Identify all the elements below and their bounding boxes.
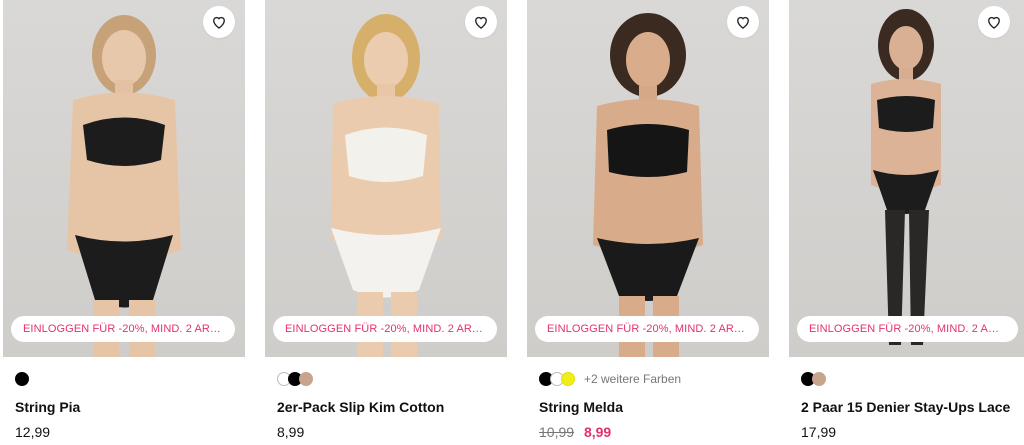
product-price: 8,99	[277, 424, 304, 440]
product-card[interactable]: EINLOGGEN FÜR -20%, MIND. 2 ARTIK... 2 P…	[789, 0, 1024, 445]
model-photo	[331, 14, 441, 357]
price-value: 17,99	[801, 424, 837, 440]
old-price: 10,99	[539, 424, 575, 440]
color-swatches: +2 weitere Farben	[539, 371, 681, 387]
price-value: 8,99	[277, 424, 305, 440]
heart-outline-icon	[213, 16, 225, 29]
wishlist-button[interactable]	[978, 6, 1010, 38]
model-photo	[67, 15, 181, 357]
product-name[interactable]: String Pia	[15, 399, 80, 415]
color-swatch[interactable]	[15, 372, 29, 386]
color-swatches	[277, 371, 313, 387]
promo-badge[interactable]: EINLOGGEN FÜR -20%, MIND. 2 ARTIK...	[273, 316, 497, 342]
product-image[interactable]: EINLOGGEN FÜR -20%, MIND. 2 ARTIK...	[265, 0, 507, 357]
promo-badge[interactable]: EINLOGGEN FÜR -20%, MIND. 2 ARTIK...	[797, 316, 1018, 342]
product-image[interactable]: EINLOGGEN FÜR -20%, MIND. 2 ARTIK...	[789, 0, 1024, 357]
product-image[interactable]: EINLOGGEN FÜR -20%, MIND. 2 ARTIK...	[527, 0, 769, 357]
color-swatch[interactable]	[561, 372, 575, 386]
sale-price: 8,99	[583, 424, 612, 440]
price-value: 12,99	[15, 424, 51, 440]
heart-outline-icon	[988, 16, 1000, 29]
wishlist-button[interactable]	[727, 6, 759, 38]
product-card[interactable]: EINLOGGEN FÜR -20%, MIND. 2 ARTIK... Str…	[3, 0, 245, 445]
product-card[interactable]: EINLOGGEN FÜR -20%, MIND. 2 ARTIK... 2er…	[265, 0, 507, 445]
model-photo	[871, 9, 941, 345]
wishlist-button[interactable]	[465, 6, 497, 38]
color-swatch[interactable]	[299, 372, 313, 386]
product-name[interactable]: String Melda	[539, 399, 623, 415]
product-card[interactable]: EINLOGGEN FÜR -20%, MIND. 2 ARTIK... +2 …	[527, 0, 769, 445]
product-price: 10,99 8,99	[539, 424, 611, 440]
product-price: 17,99	[801, 424, 836, 440]
color-swatches	[15, 371, 29, 387]
product-image[interactable]: EINLOGGEN FÜR -20%, MIND. 2 ARTIK...	[3, 0, 245, 357]
more-colors-link[interactable]: +2 weitere Farben	[584, 372, 681, 386]
product-grid: EINLOGGEN FÜR -20%, MIND. 2 ARTIK... Str…	[0, 0, 1024, 445]
product-price: 12,99	[15, 424, 50, 440]
product-name[interactable]: 2er-Pack Slip Kim Cotton	[277, 399, 444, 415]
heart-outline-icon	[737, 16, 749, 29]
wishlist-button[interactable]	[203, 6, 235, 38]
heart-outline-icon	[475, 16, 487, 29]
promo-badge[interactable]: EINLOGGEN FÜR -20%, MIND. 2 ARTIK...	[535, 316, 759, 342]
color-swatch[interactable]	[812, 372, 826, 386]
model-photo	[593, 13, 703, 357]
promo-badge[interactable]: EINLOGGEN FÜR -20%, MIND. 2 ARTIK...	[11, 316, 235, 342]
color-swatches	[801, 371, 826, 387]
product-name[interactable]: 2 Paar 15 Denier Stay-Ups Lace	[801, 399, 1010, 415]
